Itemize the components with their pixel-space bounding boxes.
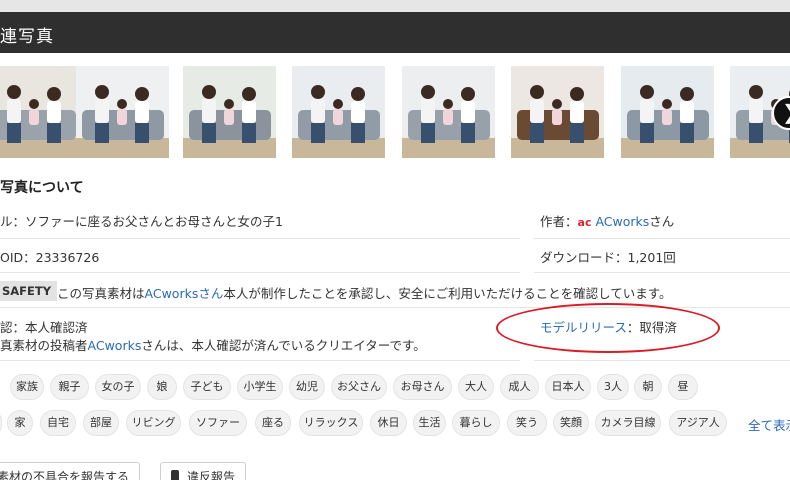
creator-prefix: 真素材の投稿者 xyxy=(0,338,88,353)
divider xyxy=(0,238,520,239)
tag-row1-12[interactable]: 日本人 xyxy=(545,374,591,400)
author-label: 作者： xyxy=(540,214,578,229)
photo-thumb-4[interactable] xyxy=(292,66,385,158)
top-strip xyxy=(0,0,790,12)
photo-title: ル：ソファーに座るお父さんとお母さんと女の子1 xyxy=(0,214,283,229)
author-logo-icon: ac xyxy=(577,216,592,229)
tag-row2-1[interactable] xyxy=(0,410,2,436)
photo-thumb-1[interactable] xyxy=(0,66,81,158)
divider xyxy=(534,238,790,239)
tag-row1-15[interactable]: 昼 xyxy=(668,374,698,400)
annotation-circle xyxy=(496,303,720,353)
page-header: 連写真 xyxy=(0,12,790,53)
related-photos-strip xyxy=(0,66,790,158)
safety-text-cont: 本人が制作したことを承認し、安全にご利用いただけることを確認しています。 xyxy=(223,286,672,301)
tag-row1-1[interactable]: 家族 xyxy=(10,374,44,400)
creator-suffix: さんは、本人確認が済んでいるクリエイターです。 xyxy=(141,338,426,353)
tag-row1-5[interactable]: 子ども xyxy=(183,374,231,400)
divider xyxy=(0,360,520,361)
tag-row2-13[interactable]: 笑顔 xyxy=(553,410,589,436)
tag-row2-3[interactable]: 自宅 xyxy=(40,410,76,436)
tag-row1-10[interactable]: 大人 xyxy=(458,374,494,400)
safety-statement: この写真素材はACworksさん本人が制作したことを承認し、安全にご利用いただけ… xyxy=(57,283,671,302)
safety-text: この写真素材は xyxy=(57,286,145,301)
tag-row1-4[interactable]: 娘 xyxy=(147,374,177,400)
creator-verified-note: 真素材の投稿者ACworksさんは、本人確認が済んでいるクリエイターです。 xyxy=(0,335,426,354)
author-suffix: さん xyxy=(649,214,675,229)
tag-row2-8[interactable]: リラックス xyxy=(299,410,363,436)
tag-row1-7[interactable]: 幼児 xyxy=(289,374,325,400)
download-count: ダウンロード：1,201回 xyxy=(540,250,676,265)
tag-row2-5[interactable]: リビング xyxy=(126,410,181,436)
identity-verified: 認：本人確認済 xyxy=(0,320,88,335)
photo-thumb-7[interactable] xyxy=(621,66,714,158)
tag-row2-7[interactable]: 座る xyxy=(255,410,291,436)
tag-row2-2[interactable]: 家 xyxy=(7,410,33,436)
tag-row1-6[interactable]: 小学生 xyxy=(237,374,283,400)
tag-row1-11[interactable]: 成人 xyxy=(500,374,539,400)
safety-badge: SAFETY xyxy=(0,281,58,301)
safety-author-link[interactable]: ACworksさん xyxy=(145,286,224,301)
photo-id: OID：23336726 xyxy=(0,250,100,265)
divider xyxy=(0,272,520,273)
divider xyxy=(534,272,790,273)
tag-row1-13[interactable]: 3人 xyxy=(597,374,629,400)
tag-row2-4[interactable]: 部屋 xyxy=(83,410,119,436)
section-header-title: 連写真 xyxy=(0,27,54,47)
tag-row2-9[interactable]: 休日 xyxy=(370,410,407,436)
flag-icon xyxy=(171,470,179,480)
tag-row1-9[interactable]: お母さん xyxy=(393,374,452,400)
tag-row1-2[interactable]: 親子 xyxy=(50,374,89,400)
tag-row1-8[interactable]: お父さん xyxy=(331,374,387,400)
show-all-tags-link[interactable]: 全て表示 xyxy=(748,415,790,434)
tag-row1-14[interactable]: 朝 xyxy=(634,374,662,400)
violation-report-label: 違反報告 xyxy=(187,470,236,480)
tag-row2-15[interactable]: アジア人 xyxy=(669,410,727,436)
report-material-button[interactable]: 素材の不具合を報告する xyxy=(0,462,141,480)
tag-row2-6[interactable]: ソファー xyxy=(189,410,247,436)
tag-row1-3[interactable]: 女の子 xyxy=(95,374,141,400)
tag-row2-11[interactable]: 暮らし xyxy=(452,410,500,436)
tag-row2-14[interactable]: カメラ目線 xyxy=(595,410,661,436)
violation-report-button[interactable]: 違反報告 xyxy=(160,462,247,480)
photo-thumb-5[interactable] xyxy=(402,66,495,158)
author-info: 作者：ac ACworksさん xyxy=(540,211,674,230)
photo-thumb-2[interactable] xyxy=(76,66,169,158)
tag-row2-10[interactable]: 生活 xyxy=(413,410,446,436)
about-photo-heading: 写真について xyxy=(0,180,84,196)
tag-row2-12[interactable]: 笑う xyxy=(507,410,547,436)
divider xyxy=(534,360,790,361)
photo-thumb-6[interactable] xyxy=(511,66,604,158)
author-link[interactable]: ACworks xyxy=(595,214,649,229)
creator-link[interactable]: ACworks xyxy=(88,338,142,353)
photo-thumb-3[interactable] xyxy=(183,66,276,158)
